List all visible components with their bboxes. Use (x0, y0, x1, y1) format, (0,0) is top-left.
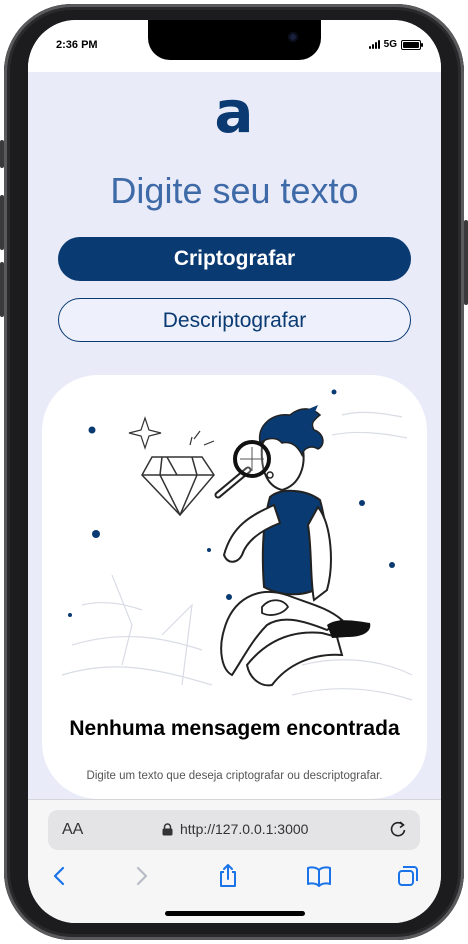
empty-state-subtitle: Digite um texto que deseja criptografar … (86, 770, 383, 782)
share-icon[interactable] (214, 862, 242, 890)
decrypt-button[interactable]: Descriptografar (58, 298, 411, 342)
empty-state-card: Nenhuma mensagem encontrada Digite um te… (42, 375, 427, 799)
tabs-icon[interactable] (394, 862, 422, 890)
forward-icon[interactable] (127, 862, 155, 890)
volume-down-button (0, 262, 4, 317)
home-indicator[interactable] (165, 911, 305, 916)
browser-chrome: AA http://127.0.0.1:3000 (28, 799, 441, 923)
url-text[interactable]: http://127.0.0.1:3000 (180, 821, 308, 837)
address-bar[interactable]: AA http://127.0.0.1:3000 (48, 810, 420, 850)
notch (148, 20, 321, 60)
status-time: 2:36 PM (56, 39, 98, 51)
signal-icon (368, 40, 380, 49)
lock-icon (162, 823, 173, 836)
status-bar: 2:36 PM 5G (28, 20, 441, 72)
browser-toolbar (28, 858, 441, 894)
reload-icon[interactable] (388, 819, 408, 839)
power-button (464, 220, 468, 305)
volume-up-button (0, 195, 4, 250)
encrypt-button[interactable]: Criptografar (58, 237, 411, 281)
screen: 2:36 PM 5G a Digite seu texto Criptograf… (28, 20, 441, 923)
page-title: Digite seu texto (110, 170, 359, 211)
mute-switch (0, 140, 4, 168)
back-icon[interactable] (46, 862, 74, 890)
bookmarks-icon[interactable] (305, 862, 333, 890)
network-type: 5G (383, 39, 397, 50)
camera-icon (288, 32, 298, 42)
status-indicators: 5G (368, 39, 423, 50)
battery-icon (401, 39, 423, 50)
person-with-magnifier-illustration (61, 389, 413, 701)
empty-state-title: Nenhuma mensagem encontrada (69, 717, 400, 740)
app-logo: a (214, 78, 254, 146)
text-size-button[interactable]: AA (62, 821, 83, 839)
